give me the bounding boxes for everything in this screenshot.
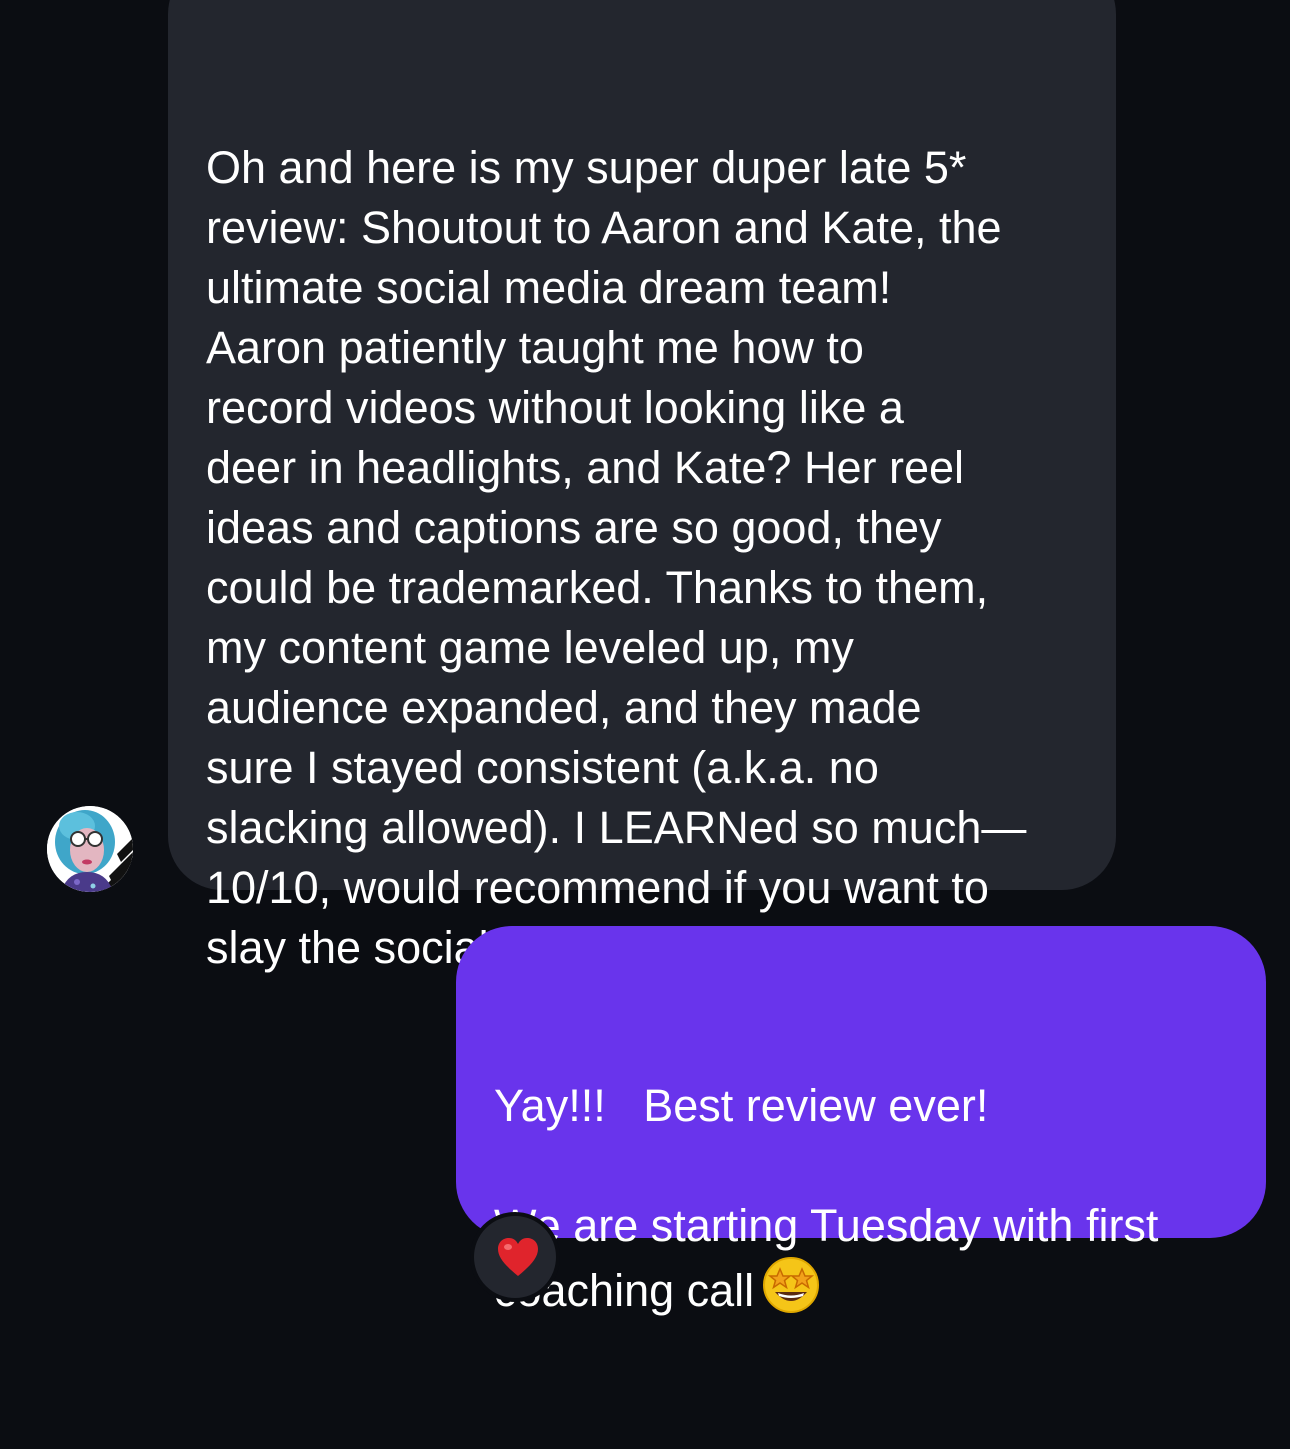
- star-struck-emoji-icon: [762, 1256, 820, 1329]
- avatar-image: [47, 806, 133, 892]
- outgoing-message-text: Yay!!! Best review ever! We are starting…: [494, 1076, 1230, 1329]
- message-thread: Oh and here is my super duper late 5* re…: [0, 0, 1290, 1316]
- red-heart-icon: [498, 1238, 538, 1276]
- outgoing-message-body: Yay!!! Best review ever! We are starting…: [494, 1080, 1159, 1316]
- sender-avatar[interactable]: [47, 806, 133, 892]
- outgoing-message-bubble[interactable]: Yay!!! Best review ever! We are starting…: [456, 926, 1266, 1316]
- incoming-message-bubble[interactable]: Oh and here is my super duper late 5* re…: [168, 0, 1116, 973]
- incoming-message-text: Oh and here is my super duper late 5* re…: [206, 142, 1027, 973]
- heart-reaction[interactable]: [470, 1212, 560, 1302]
